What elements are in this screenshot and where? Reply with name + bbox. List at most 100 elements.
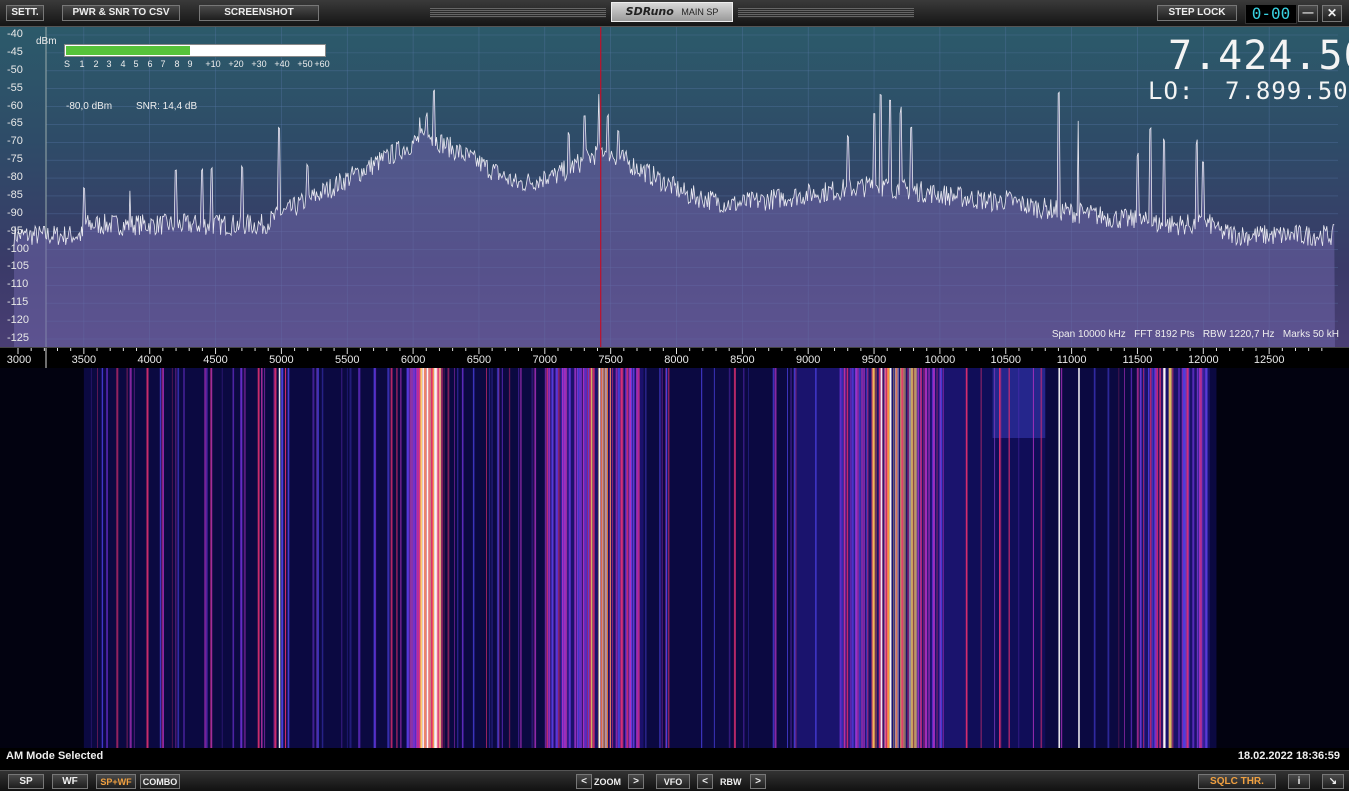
waterfall-trace [264, 368, 266, 748]
waterfall-trace [897, 368, 899, 748]
y-tick-label: -65 [7, 117, 23, 130]
main-frequency[interactable]: 7.424.500 [1168, 33, 1349, 79]
spectrum-fill [14, 89, 1335, 347]
meter-scale-label: +60 [314, 59, 330, 69]
waterfall-carrier [1078, 368, 1080, 748]
waterfall-trace [999, 368, 1001, 748]
waterfall-trace [862, 368, 864, 748]
waterfall-trace [423, 368, 426, 748]
waterfall-trace [1137, 368, 1140, 748]
waterfall-trace [611, 368, 614, 748]
waterfall-trace [146, 368, 149, 748]
waterfall-trace [847, 368, 849, 748]
waterfall-trace [863, 368, 866, 748]
waterfall-trace [617, 368, 620, 748]
waterfall-trace [743, 368, 745, 748]
waterfall-trace [916, 368, 918, 748]
waterfall-trace [441, 368, 443, 748]
window-title: SDRuno MAIN SP [611, 2, 733, 22]
waterfall-trace [790, 368, 792, 748]
waterfall-trace [631, 368, 633, 748]
waterfall-trace [1124, 368, 1125, 748]
meter-bar [64, 44, 326, 57]
waterfall-image [83, 368, 1217, 748]
sp-button[interactable]: SP [8, 774, 44, 789]
meter-scale-label: S [63, 59, 71, 69]
resize-button[interactable]: ↘ [1322, 774, 1344, 789]
waterfall-trace [406, 368, 408, 748]
pwr-snr-csv-button[interactable]: PWR & SNR TO CSV [62, 5, 180, 21]
waterfall-trace [939, 368, 941, 748]
vfo-button[interactable]: VFO [656, 774, 690, 789]
waterfall-trace [257, 368, 260, 748]
waterfall-trace [1140, 368, 1142, 748]
screenshot-button[interactable]: SCREENSHOT [199, 5, 319, 21]
waterfall-trace [559, 368, 561, 748]
waterfall-trace [321, 368, 324, 748]
rbw-down-button[interactable]: < [697, 774, 713, 789]
waterfall-trace [439, 368, 442, 748]
waterfall-trace [243, 368, 246, 748]
zoom-in-button[interactable]: > [628, 774, 644, 789]
waterfall-trace [593, 368, 595, 748]
waterfall-trace [659, 368, 661, 748]
lo-label: LO: [1148, 77, 1195, 105]
close-button[interactable]: ✕ [1322, 5, 1342, 22]
wf-button[interactable]: WF [52, 774, 88, 789]
frequency-scale[interactable]: 3000 3500 4000 4500 5000 5500 6000 6500 7000 7500… [0, 347, 1349, 368]
waterfall-trace [933, 368, 935, 748]
waterfall-band [83, 368, 1217, 748]
waterfall-trace [980, 368, 982, 748]
x-tick-label: 3000 [6, 354, 32, 366]
waterfall-trace [860, 368, 862, 748]
y-tick-label: -115 [7, 296, 29, 309]
waterfall-trace [1149, 368, 1152, 748]
zoom-out-button[interactable]: < [576, 774, 592, 789]
y-tick-label: -90 [7, 206, 23, 219]
y-tick-label: -45 [7, 45, 23, 58]
drag-grip-left[interactable] [430, 8, 606, 18]
sp-wf-button[interactable]: SP+WF [96, 774, 136, 789]
waterfall-trace [422, 368, 424, 748]
waterfall-trace [261, 368, 263, 748]
waterfall-trace [574, 368, 577, 748]
combo-button[interactable]: COMBO [140, 774, 180, 789]
waterfall-trace [312, 368, 315, 748]
snr-readout: SNR: 14,4 dB [136, 101, 198, 112]
minimize-button[interactable]: — [1298, 5, 1318, 22]
waterfall-trace [1205, 368, 1206, 748]
waterfall-trace [1178, 368, 1180, 748]
waterfall-trace [849, 368, 851, 748]
waterfall-trace [644, 368, 647, 748]
y-tick-label: -75 [7, 153, 23, 166]
waterfall-trace [281, 368, 284, 748]
meter-scale-label: 2 [93, 59, 99, 69]
info-button[interactable]: i [1288, 774, 1310, 789]
waterfall-trace [90, 368, 92, 748]
lo-frequency[interactable]: 7.899.500 [1225, 77, 1349, 105]
waterfall-trace [1153, 368, 1155, 748]
rbw-up-button[interactable]: > [750, 774, 766, 789]
waterfall-trace [917, 368, 919, 748]
waterfall-display[interactable] [0, 368, 1349, 748]
spectrum-display[interactable]: -40 -45 -50 -55 -60 -65 -70 -75 -80 -85 -90 -95 -100… [0, 27, 1349, 347]
waterfall-trace [518, 368, 520, 748]
waterfall-trace [432, 368, 434, 748]
waterfall-trace [358, 368, 361, 748]
waterfall-trace [858, 368, 860, 748]
waterfall-trace [748, 368, 749, 748]
sqlc-threshold-button[interactable]: SQLC THR. [1198, 774, 1276, 789]
waterfall-trace [564, 368, 566, 748]
step-lock-button[interactable]: STEP LOCK [1157, 5, 1237, 21]
waterfall-trace [606, 368, 608, 748]
waterfall-trace [1151, 368, 1154, 748]
led-display: 0-00 [1245, 4, 1297, 24]
bottom-toolbar: SP WF SP+WF COMBO < ZOOM > VFO < RBW > S… [0, 770, 1349, 791]
waterfall-trace [893, 368, 894, 748]
waterfall-trace [162, 368, 164, 748]
waterfall-trace [842, 368, 844, 748]
settings-button[interactable]: SETT. [6, 5, 44, 21]
waterfall-trace [159, 368, 162, 748]
waterfall-trace [133, 368, 135, 748]
drag-grip-right[interactable] [738, 8, 914, 18]
